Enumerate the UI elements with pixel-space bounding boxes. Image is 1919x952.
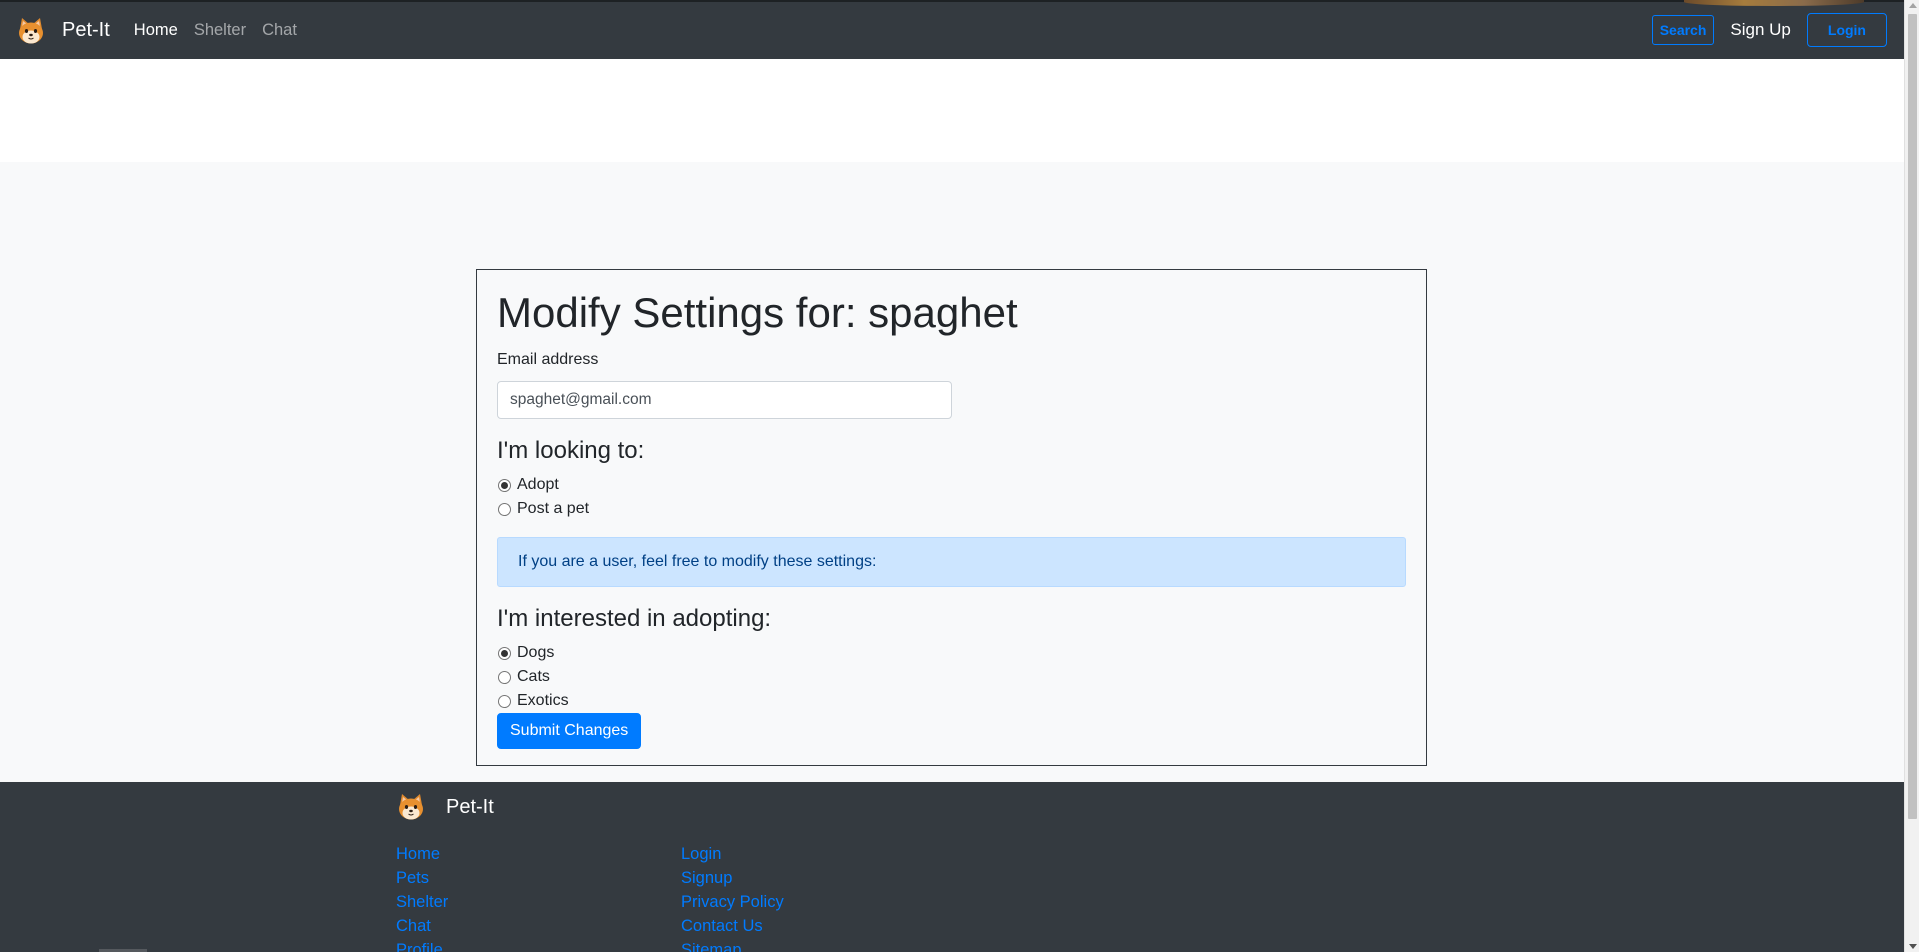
radio-exotics[interactable] bbox=[498, 694, 511, 708]
radio-post-pet[interactable] bbox=[498, 502, 511, 516]
footer-link-pets[interactable]: Pets bbox=[396, 866, 448, 890]
footer-link-chat[interactable]: Chat bbox=[396, 914, 448, 938]
email-label: Email address bbox=[497, 351, 599, 369]
brand-name: Pet-It bbox=[62, 19, 110, 41]
radio-option-post-pet[interactable]: Post a pet bbox=[497, 497, 1406, 521]
footer-brand-name: Pet-It bbox=[446, 795, 494, 818]
footer-link-shelter[interactable]: Shelter bbox=[396, 890, 448, 914]
scroll-down-arrow-icon[interactable] bbox=[1909, 944, 1917, 949]
nav-link-home[interactable]: Home bbox=[134, 21, 178, 40]
settings-card: Modify Settings for: spaghet Email addre… bbox=[476, 269, 1427, 766]
navbar-brand[interactable]: Pet-It bbox=[16, 16, 110, 46]
radio-option-dogs[interactable]: Dogs bbox=[497, 641, 1406, 665]
footer-links-secondary: Login Signup Privacy Policy Contact Us S… bbox=[681, 842, 784, 952]
nav-link-shelter[interactable]: Shelter bbox=[194, 21, 246, 40]
search-button[interactable]: Search bbox=[1651, 15, 1715, 45]
radio-label-adopt: Adopt bbox=[517, 476, 559, 494]
info-alert-text: If you are a user, feel free to modify t… bbox=[518, 553, 877, 571]
scrollbar-thumb[interactable] bbox=[1908, 14, 1917, 819]
radio-option-cats[interactable]: Cats bbox=[497, 665, 1406, 689]
footer-link-signup[interactable]: Signup bbox=[681, 866, 784, 890]
header-decoration bbox=[1684, 0, 1864, 6]
login-button[interactable]: Login bbox=[1806, 13, 1887, 47]
submit-changes-button[interactable]: Submit Changes bbox=[497, 713, 642, 750]
radio-label-exotics: Exotics bbox=[517, 692, 569, 710]
shiba-dog-face-icon bbox=[399, 794, 423, 820]
footer-brand[interactable]: Pet-It bbox=[396, 792, 494, 822]
radio-label-post-pet: Post a pet bbox=[517, 500, 590, 518]
interest-heading: I'm interested in adopting: bbox=[497, 605, 772, 633]
page: Pet-It Home Shelter Chat Search Sign Up … bbox=[0, 0, 1904, 952]
footer-link-home[interactable]: Home bbox=[396, 842, 448, 866]
info-alert: If you are a user, feel free to modify t… bbox=[497, 537, 1406, 588]
radio-dogs[interactable] bbox=[498, 646, 511, 660]
footer-links-primary: Home Pets Shelter Chat Profile bbox=[396, 842, 448, 952]
top-navbar: Pet-It Home Shelter Chat Search Sign Up … bbox=[0, 0, 1904, 59]
radio-adopt[interactable] bbox=[498, 478, 511, 492]
radio-label-cats: Cats bbox=[517, 668, 550, 686]
navbar-actions: Search Sign Up Login bbox=[1651, 13, 1887, 47]
signup-link[interactable]: Sign Up bbox=[1730, 20, 1790, 40]
shiba-dog-face-icon bbox=[19, 17, 43, 43]
radio-option-exotics[interactable]: Exotics bbox=[497, 689, 1406, 713]
radio-option-adopt[interactable]: Adopt bbox=[497, 473, 1406, 497]
vertical-scrollbar[interactable] bbox=[1904, 0, 1919, 952]
footer-link-privacy[interactable]: Privacy Policy bbox=[681, 890, 784, 914]
main-nav: Home Shelter Chat bbox=[134, 21, 313, 40]
footer-link-profile[interactable]: Profile bbox=[396, 938, 448, 952]
scroll-up-arrow-icon[interactable] bbox=[1909, 3, 1917, 8]
footer-link-sitemap[interactable]: Sitemap bbox=[681, 938, 784, 952]
footer: Pet-It Home Pets Shelter Chat Profile Lo… bbox=[0, 782, 1904, 952]
footer-link-login[interactable]: Login bbox=[681, 842, 784, 866]
footer-link-contact[interactable]: Contact Us bbox=[681, 914, 784, 938]
email-field[interactable] bbox=[497, 381, 952, 420]
page-title: Modify Settings for: spaghet bbox=[497, 289, 1018, 336]
radio-cats[interactable] bbox=[498, 670, 511, 684]
header-spacer bbox=[0, 59, 1904, 162]
nav-link-chat[interactable]: Chat bbox=[262, 21, 297, 40]
looking-to-heading: I'm looking to: bbox=[497, 437, 645, 465]
radio-label-dogs: Dogs bbox=[517, 644, 555, 662]
